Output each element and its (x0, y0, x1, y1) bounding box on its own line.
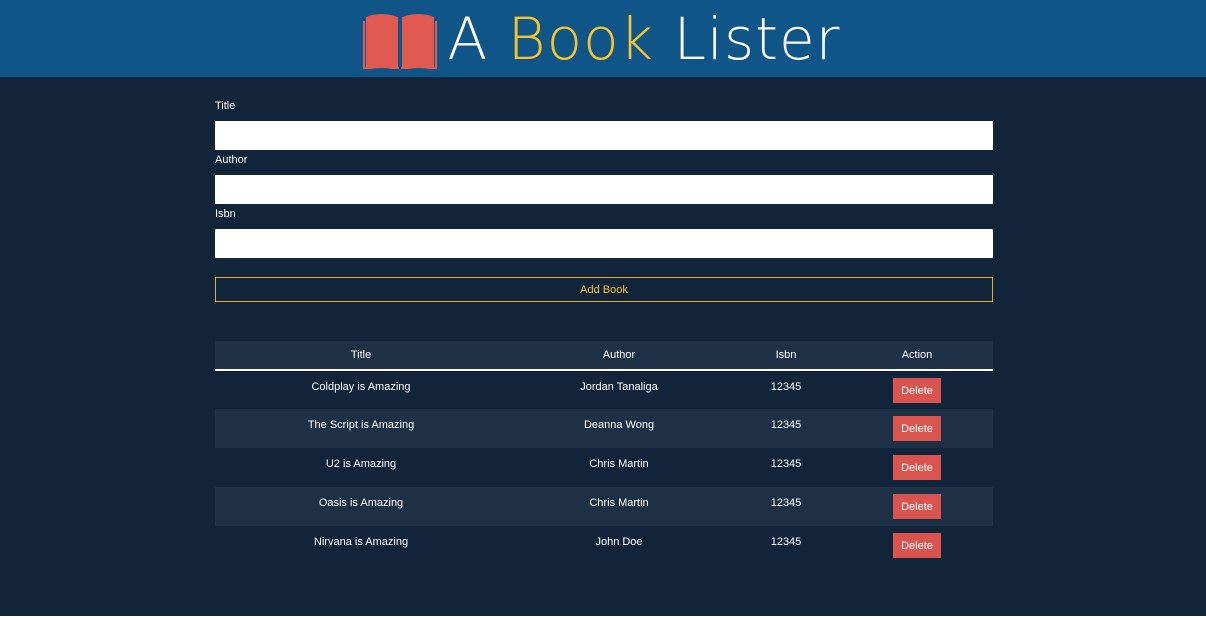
book-list-table: Title Author Isbn Action Coldplay is Ama… (215, 341, 993, 565)
table-body: Coldplay is Amazing Jordan Tanaliga 1234… (215, 370, 993, 565)
isbn-field-group: Isbn (215, 204, 993, 258)
book-action-cell: Delete (841, 409, 993, 448)
header: A Book Lister (0, 0, 1206, 77)
table-row: The Script is Amazing Deanna Wong 12345 … (215, 409, 993, 448)
book-author-cell: Jordan Tanaliga (507, 370, 731, 409)
book-author-cell: Chris Martin (507, 448, 731, 487)
add-book-form: Title Author Isbn (215, 96, 993, 258)
table-row: Nirvana is Amazing John Doe 12345 Delete (215, 526, 993, 565)
book-isbn-cell: 12345 (731, 526, 841, 565)
book-author-cell: Deanna Wong (507, 409, 731, 448)
isbn-input[interactable] (215, 229, 993, 258)
table-row: Coldplay is Amazing Jordan Tanaliga 1234… (215, 370, 993, 409)
add-book-button[interactable]: Add Book (215, 277, 993, 302)
book-title-cell: Coldplay is Amazing (215, 370, 507, 409)
book-title-cell: Oasis is Amazing (215, 487, 507, 526)
delete-button[interactable]: Delete (893, 533, 941, 558)
delete-button[interactable]: Delete (893, 494, 941, 519)
brand: A Book Lister (363, 0, 840, 77)
book-isbn-cell: 12345 (731, 409, 841, 448)
book-action-cell: Delete (841, 370, 993, 409)
book-action-cell: Delete (841, 448, 993, 487)
column-header-author: Author (507, 341, 731, 371)
app-title: A Book Lister (447, 10, 840, 68)
app-title-part-book: Book (507, 4, 655, 73)
book-isbn-cell: 12345 (731, 370, 841, 409)
book-action-cell: Delete (841, 487, 993, 526)
column-header-title: Title (215, 341, 507, 371)
table-row: U2 is Amazing Chris Martin 12345 Delete (215, 448, 993, 487)
open-book-icon (363, 13, 438, 69)
isbn-label: Isbn (215, 208, 236, 220)
book-isbn-cell: 12345 (731, 448, 841, 487)
book-action-cell: Delete (841, 526, 993, 565)
delete-button[interactable]: Delete (893, 416, 941, 441)
column-header-action: Action (841, 341, 993, 371)
table-header: Title Author Isbn Action (215, 341, 993, 371)
author-field-group: Author (215, 150, 993, 204)
delete-button[interactable]: Delete (893, 378, 941, 403)
app-title-part-a: A (447, 4, 489, 73)
author-input[interactable] (215, 175, 993, 204)
table-row: Oasis is Amazing Chris Martin 12345 Dele… (215, 487, 993, 526)
book-title-cell: The Script is Amazing (215, 409, 507, 448)
delete-button[interactable]: Delete (893, 455, 941, 480)
book-title-cell: U2 is Amazing (215, 448, 507, 487)
table-header-row: Title Author Isbn Action (215, 341, 993, 371)
book-author-cell: Chris Martin (507, 487, 731, 526)
title-input[interactable] (215, 121, 993, 150)
book-isbn-cell: 12345 (731, 487, 841, 526)
book-author-cell: John Doe (507, 526, 731, 565)
app: A Book Lister Title Author Isbn Add Book (0, 0, 1206, 616)
column-header-isbn: Isbn (731, 341, 841, 371)
title-label: Title (215, 100, 236, 112)
title-field-group: Title (215, 96, 993, 150)
author-label: Author (215, 154, 248, 166)
book-title-cell: Nirvana is Amazing (215, 526, 507, 565)
app-title-part-lister: Lister (673, 4, 841, 73)
